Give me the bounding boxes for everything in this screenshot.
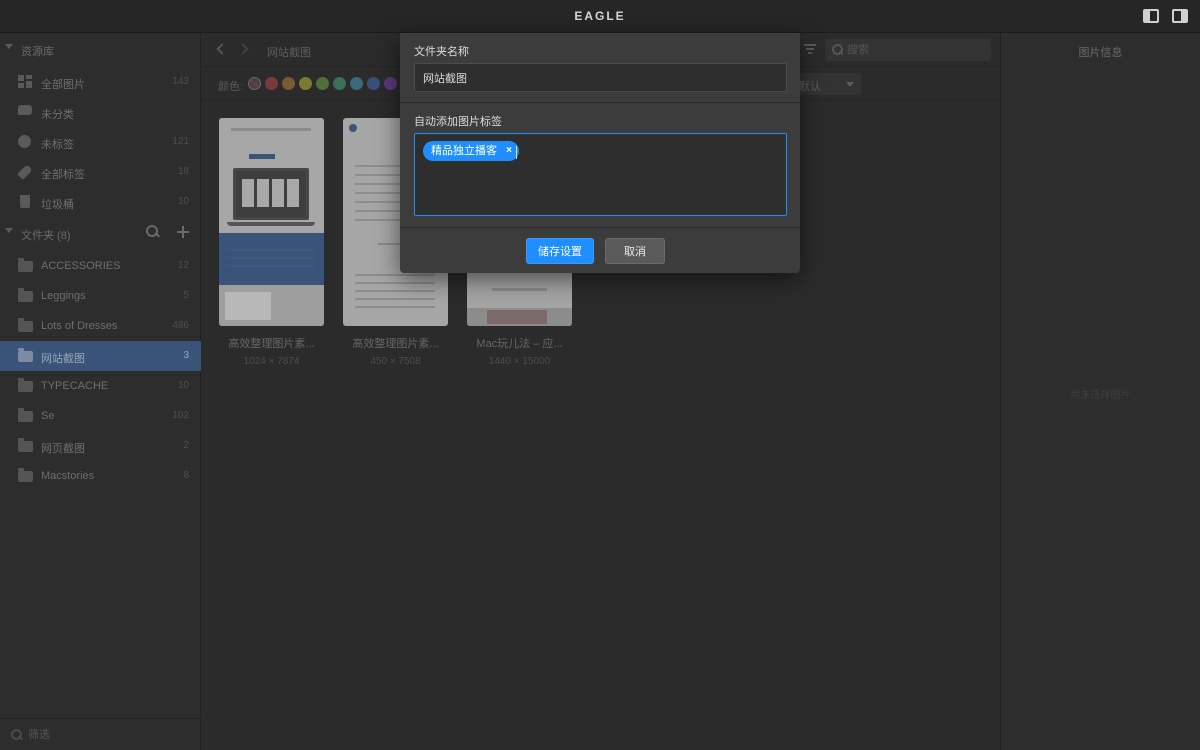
auto-tag-input[interactable]: 精品独立播客 × <box>414 133 787 216</box>
title-bar: EAGLE <box>0 0 1200 33</box>
folder-name-label: 文件夹名称 <box>414 46 469 58</box>
sidebar-item-trash[interactable]: 垃圾桶 10 <box>0 187 201 217</box>
cancel-button[interactable]: 取消 <box>605 238 665 264</box>
image-dimensions: 1440 × 15000 <box>488 356 551 367</box>
tag-chip[interactable]: 精品独立播客 × <box>423 141 519 161</box>
sidebar-folder-macstories[interactable]: Macstories 8 <box>0 461 201 491</box>
image-card[interactable]: 高效整理图片素... 1024 × 7874 <box>219 118 324 367</box>
folder-icon <box>18 468 33 482</box>
sidebar-folder-leggings[interactable]: Leggings 5 <box>0 281 201 311</box>
color-swatches <box>248 77 414 90</box>
color-filter-label: 颜色: <box>218 81 244 93</box>
color-swatch[interactable] <box>265 77 278 90</box>
image-title: 高效整理图片素... <box>352 338 439 350</box>
sidebar-folder-webpage-screenshots[interactable]: 网页截图 2 <box>0 431 201 461</box>
chevron-down-icon <box>846 82 854 87</box>
color-swatch[interactable] <box>333 77 346 90</box>
no-color-swatch[interactable] <box>248 77 261 90</box>
question-icon <box>18 135 31 148</box>
search-icon <box>831 43 845 57</box>
folder-icon <box>18 318 33 332</box>
folder-settings-dialog: 文件夹名称 自动添加图片标签 精品独立播客 × 储存设置 取消 <box>400 33 800 273</box>
add-folder-icon[interactable] <box>175 224 191 240</box>
sidebar-filter-input[interactable] <box>28 726 188 744</box>
folder-icon <box>18 348 33 362</box>
sidebar-item-all-images[interactable]: 全部图片 143 <box>0 67 201 97</box>
auto-tag-label: 自动添加图片标签 <box>414 116 502 128</box>
save-settings-button[interactable]: 储存设置 <box>526 238 594 264</box>
text-cursor <box>516 146 517 159</box>
app-title: EAGLE <box>574 9 626 23</box>
filter-icon[interactable] <box>804 44 816 54</box>
sidebar-folder-lots-of-dresses[interactable]: Lots of Dresses 486 <box>0 311 201 341</box>
color-swatch[interactable] <box>282 77 295 90</box>
sidebar-item-uncategorized[interactable]: 未分类 <box>0 97 201 127</box>
search-folders-icon[interactable] <box>145 224 161 240</box>
image-dimensions: 1024 × 7874 <box>243 356 300 367</box>
sidebar-filter-bar <box>0 718 201 750</box>
inbox-icon <box>18 105 32 115</box>
sidebar-folder-website-screenshots[interactable]: 网站截图 3 <box>0 341 201 371</box>
sidebar-item-all-tags[interactable]: 全部标签 18 <box>0 157 201 187</box>
trash-icon <box>20 195 30 208</box>
collapse-caret-icon[interactable] <box>5 228 13 233</box>
forward-chevron-icon[interactable] <box>237 43 249 55</box>
image-thumbnail[interactable] <box>219 118 324 326</box>
folder-icon <box>18 408 33 422</box>
color-swatch[interactable] <box>299 77 312 90</box>
sidebar: 资源库 全部图片 143 未分类 未标签 121 全部标签 18 垃圾桶 10 … <box>0 33 201 750</box>
back-chevron-icon[interactable] <box>216 43 228 55</box>
image-title: 高效整理图片素... <box>228 338 315 350</box>
folder-icon <box>18 438 33 452</box>
main-search-box[interactable] <box>825 39 991 61</box>
toggle-right-panel-icon[interactable] <box>1172 9 1188 23</box>
sidebar-folder-accessories[interactable]: ACCESSORIES 12 <box>0 251 201 281</box>
folder-icon <box>18 258 33 272</box>
folders-section-header[interactable]: 文件夹 (8) <box>0 219 201 247</box>
image-title: Mac玩儿法 – 应... <box>476 338 563 350</box>
color-swatch[interactable] <box>367 77 380 90</box>
toggle-left-panel-icon[interactable] <box>1143 9 1159 23</box>
color-swatch[interactable] <box>316 77 329 90</box>
remove-tag-icon[interactable]: × <box>506 141 512 161</box>
info-panel-title: 图片信息 <box>1078 47 1123 59</box>
filter-search-icon <box>10 728 24 742</box>
grid-icon <box>18 75 32 88</box>
library-section-header[interactable]: 资源库 <box>0 35 201 63</box>
color-swatch[interactable] <box>384 77 397 90</box>
divider <box>400 227 800 228</box>
image-dimensions: 450 × 7508 <box>370 356 421 367</box>
info-empty-text: 尚未选择图片 <box>1070 390 1131 401</box>
divider <box>400 102 800 103</box>
sidebar-item-untagged[interactable]: 未标签 121 <box>0 127 201 157</box>
info-panel: 图片信息 尚未选择图片 <box>1000 33 1200 750</box>
breadcrumb: 网站截图 <box>267 47 311 59</box>
tag-icon <box>17 164 33 180</box>
folder-name-input[interactable] <box>414 63 787 92</box>
sidebar-folder-se[interactable]: Se 102 <box>0 401 201 431</box>
main-search-input[interactable] <box>847 42 977 58</box>
sort-select[interactable]: 默认 <box>791 73 861 95</box>
tag-chip-label: 精品独立播客 <box>431 145 497 157</box>
collapse-caret-icon[interactable] <box>5 44 13 49</box>
folder-icon <box>18 288 33 302</box>
color-swatch[interactable] <box>350 77 363 90</box>
sidebar-folder-typecache[interactable]: TYPECACHE 10 <box>0 371 201 401</box>
folder-icon <box>18 378 33 392</box>
